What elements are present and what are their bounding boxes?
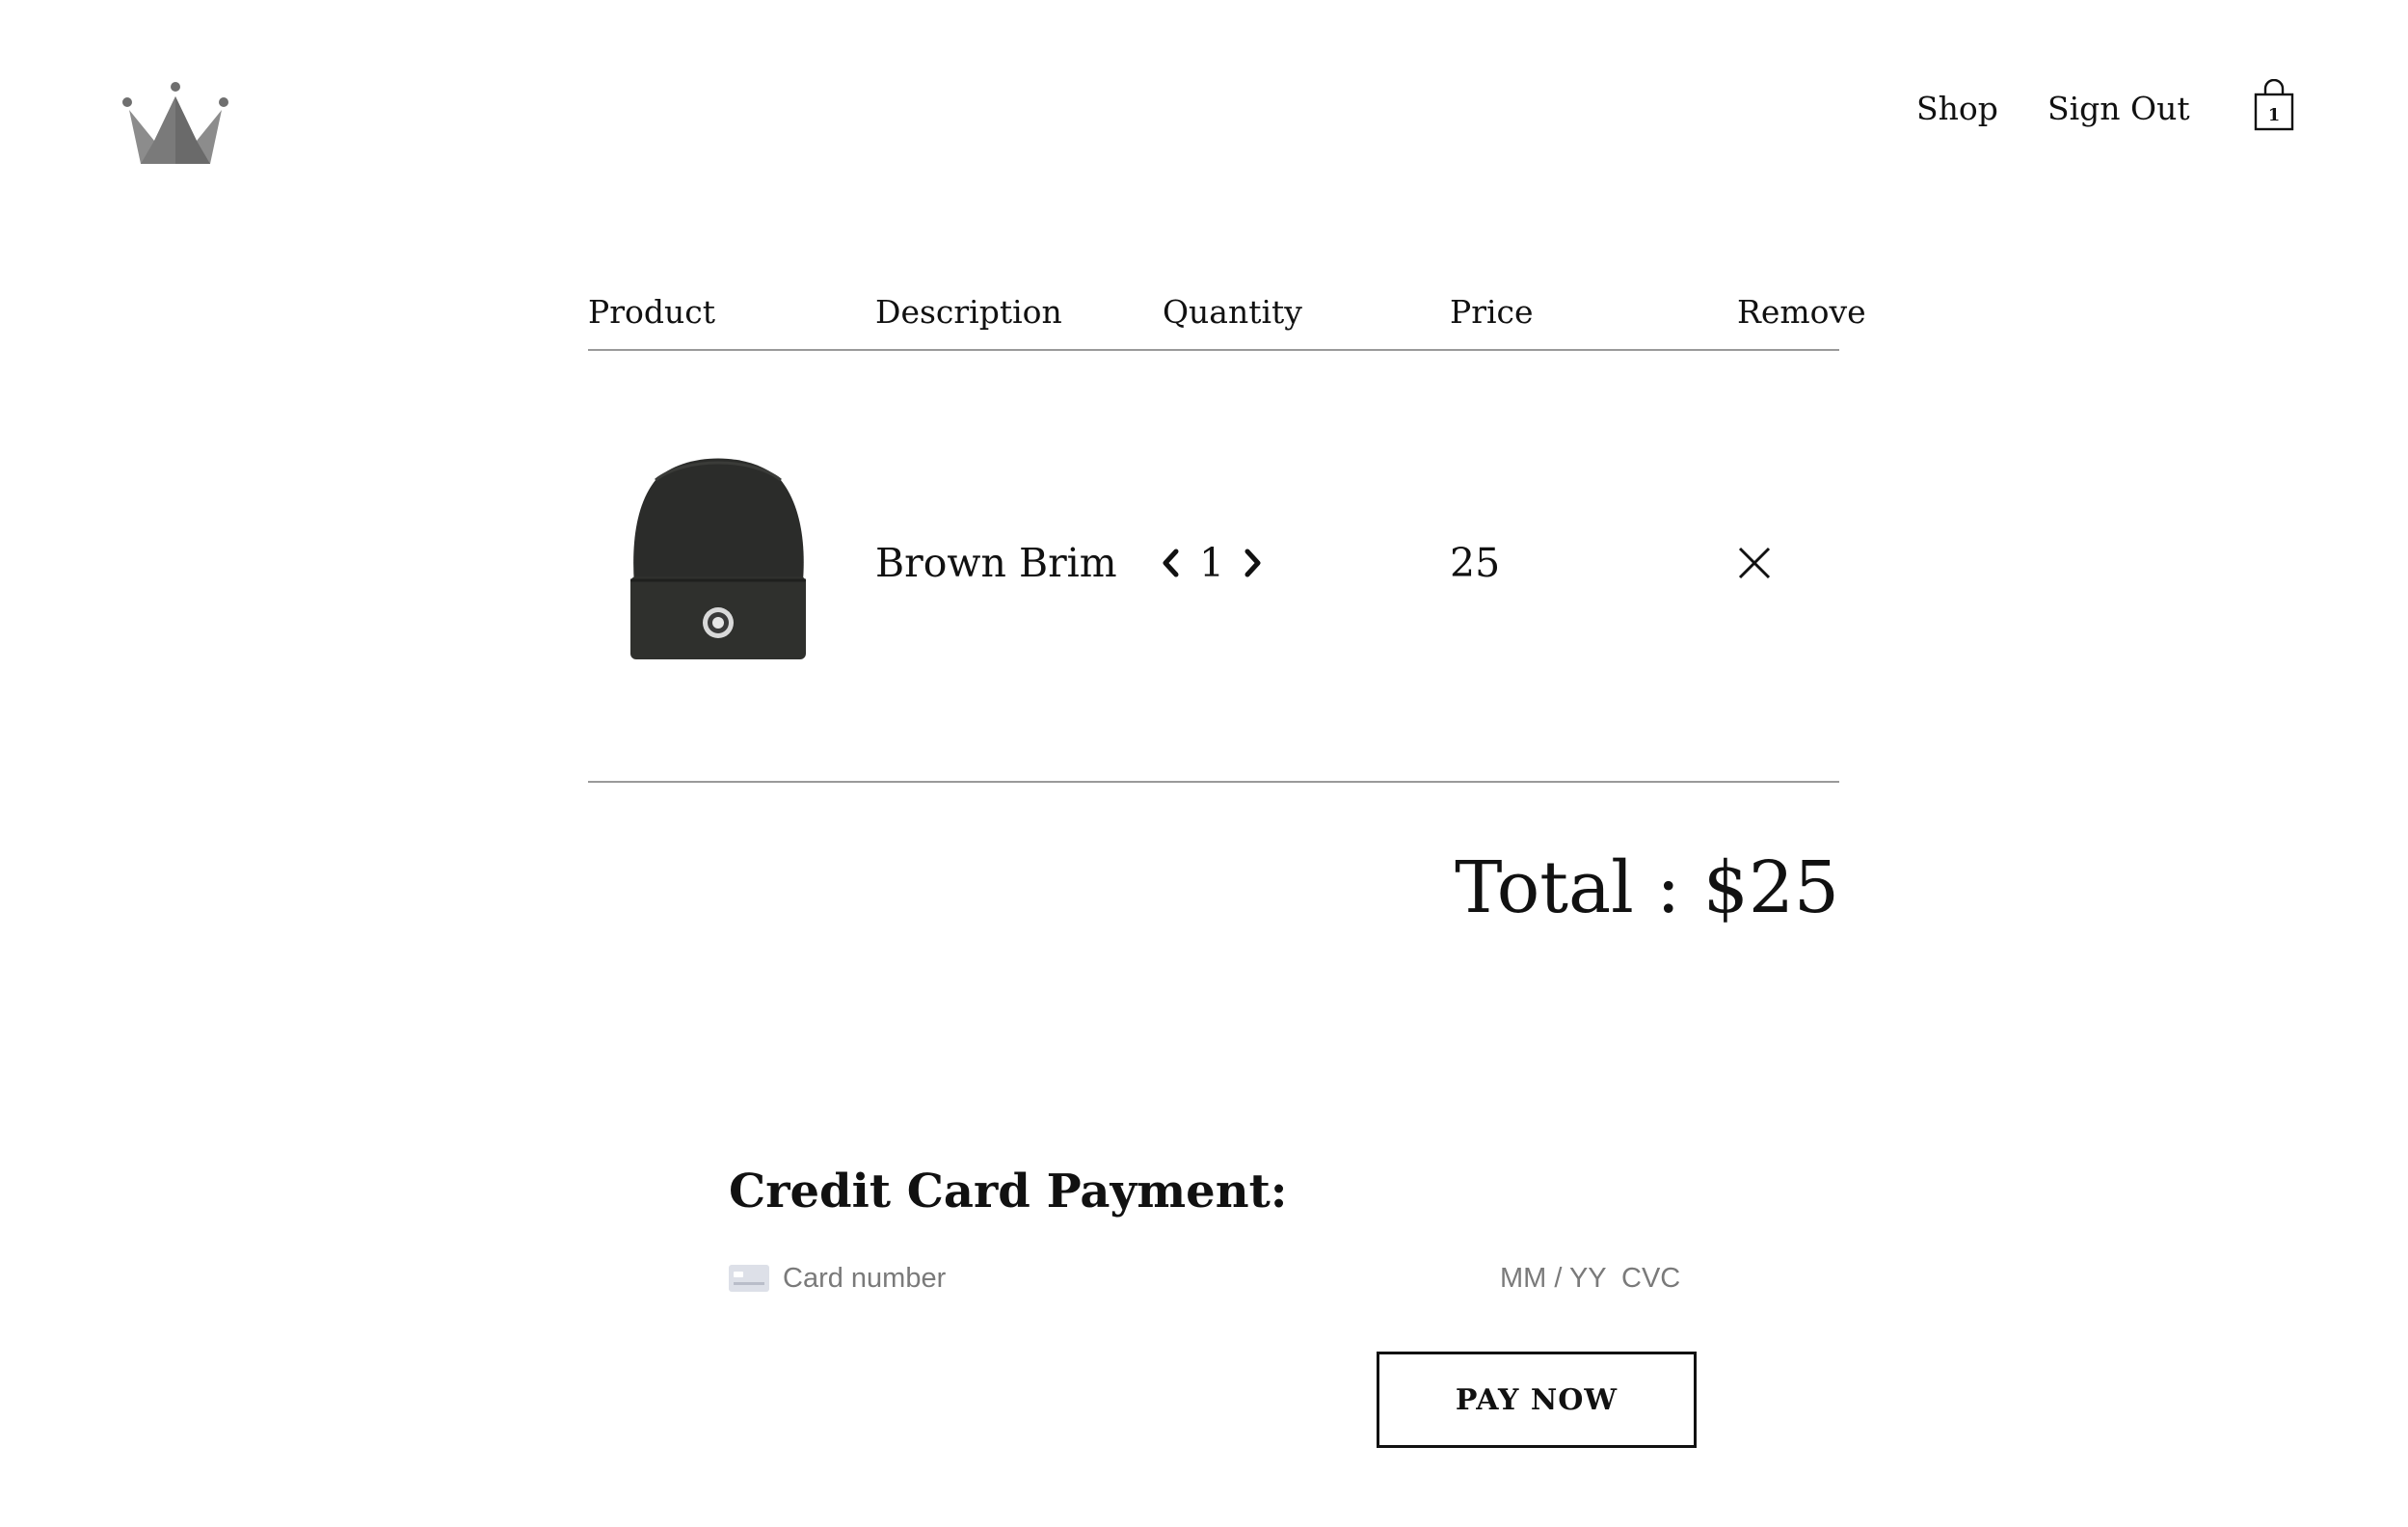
nav-sign-out-link[interactable]: Sign Out [2047,85,2190,133]
quantity-stepper: 1 [1157,536,1267,590]
pay-now-button[interactable]: PAY NOW [1377,1352,1697,1448]
cart-total: Total : $25 [1455,846,1839,929]
close-icon[interactable] [1737,546,1772,580]
cart-count-badge: 1 [2267,105,2281,125]
header-divider [588,349,1839,351]
cart-button[interactable]: 1 [2252,78,2296,133]
nav-shop-link[interactable]: Shop [1916,85,1998,133]
quantity-value: 1 [1198,540,1225,586]
payment-title: Credit Card Payment: [729,1165,1288,1219]
card-input-row [729,1253,1693,1303]
credit-card-icon [729,1265,769,1292]
table-bottom-divider [588,781,1839,783]
chevron-right-icon[interactable] [1238,544,1267,582]
top-nav: Shop Sign Out 1 [0,78,2408,133]
card-number-input[interactable] [783,1253,1400,1303]
column-header-remove: Remove [1737,293,1866,331]
cvc-input[interactable] [1621,1253,1693,1303]
column-header-price: Price [1450,293,1534,331]
chevron-left-icon[interactable] [1157,544,1186,582]
column-header-description: Description [875,293,1062,331]
column-header-product: Product [588,293,715,331]
column-header-quantity: Quantity [1163,293,1302,331]
product-description: Brown Brim [875,540,1117,586]
product-price: 25 [1450,540,1501,586]
black-beanie-image [630,458,806,659]
expiry-input[interactable] [1500,1253,1612,1303]
